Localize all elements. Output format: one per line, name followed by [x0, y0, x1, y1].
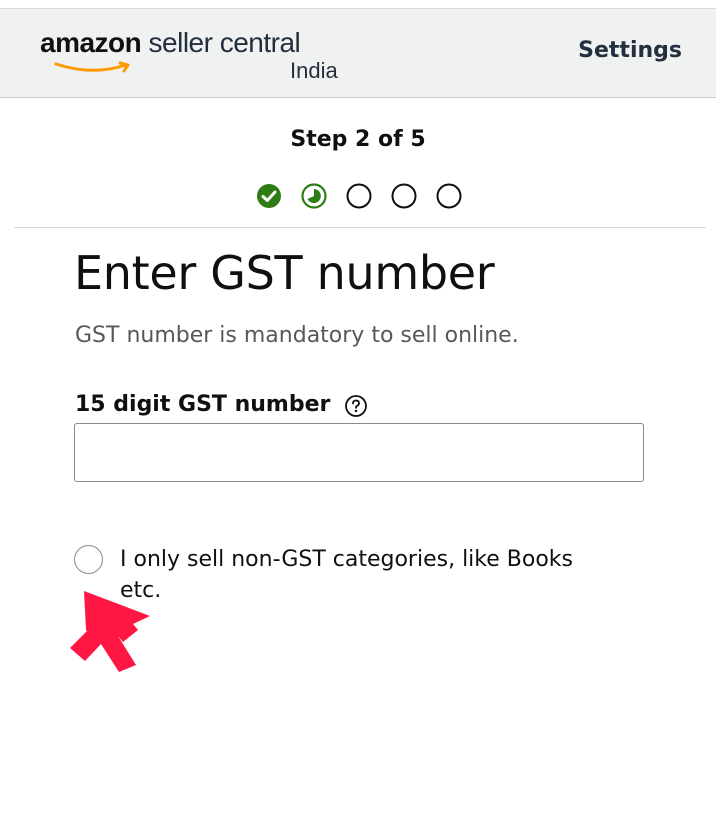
gst-number-label: 15 digit GST number [75, 392, 331, 417]
page-title: Enter GST number [74, 246, 495, 300]
logo-brand: amazon [40, 27, 142, 58]
check-circle-icon [257, 184, 281, 208]
red-arrow-icon [70, 591, 150, 672]
amazon-smile-icon [54, 61, 130, 73]
settings-link[interactable]: Settings [578, 38, 682, 63]
seller-central-logo[interactable]: amazon seller central India [40, 27, 350, 87]
step-pending-circle-icon [346, 183, 372, 209]
step-pending-circle-icon [391, 183, 417, 209]
section-divider [14, 227, 706, 228]
step-pending-circle-icon [436, 183, 462, 209]
non-gst-radio-button[interactable] [74, 545, 103, 574]
logo-region: India [290, 58, 338, 83]
non-gst-option-label[interactable]: I only sell non-GST categories, like Boo… [120, 544, 620, 606]
page-subtitle: GST number is mandatory to sell online. [75, 323, 519, 348]
app-header: amazon seller central India Settings [0, 8, 716, 98]
logo-wordmark: amazon seller central [40, 27, 301, 59]
logo-product: seller central [148, 27, 301, 58]
partial-circle-icon [301, 183, 327, 209]
gst-number-input[interactable] [74, 423, 644, 482]
step-indicator-label: Step 2 of 5 [290, 127, 426, 152]
question-circle-icon[interactable] [344, 394, 368, 418]
